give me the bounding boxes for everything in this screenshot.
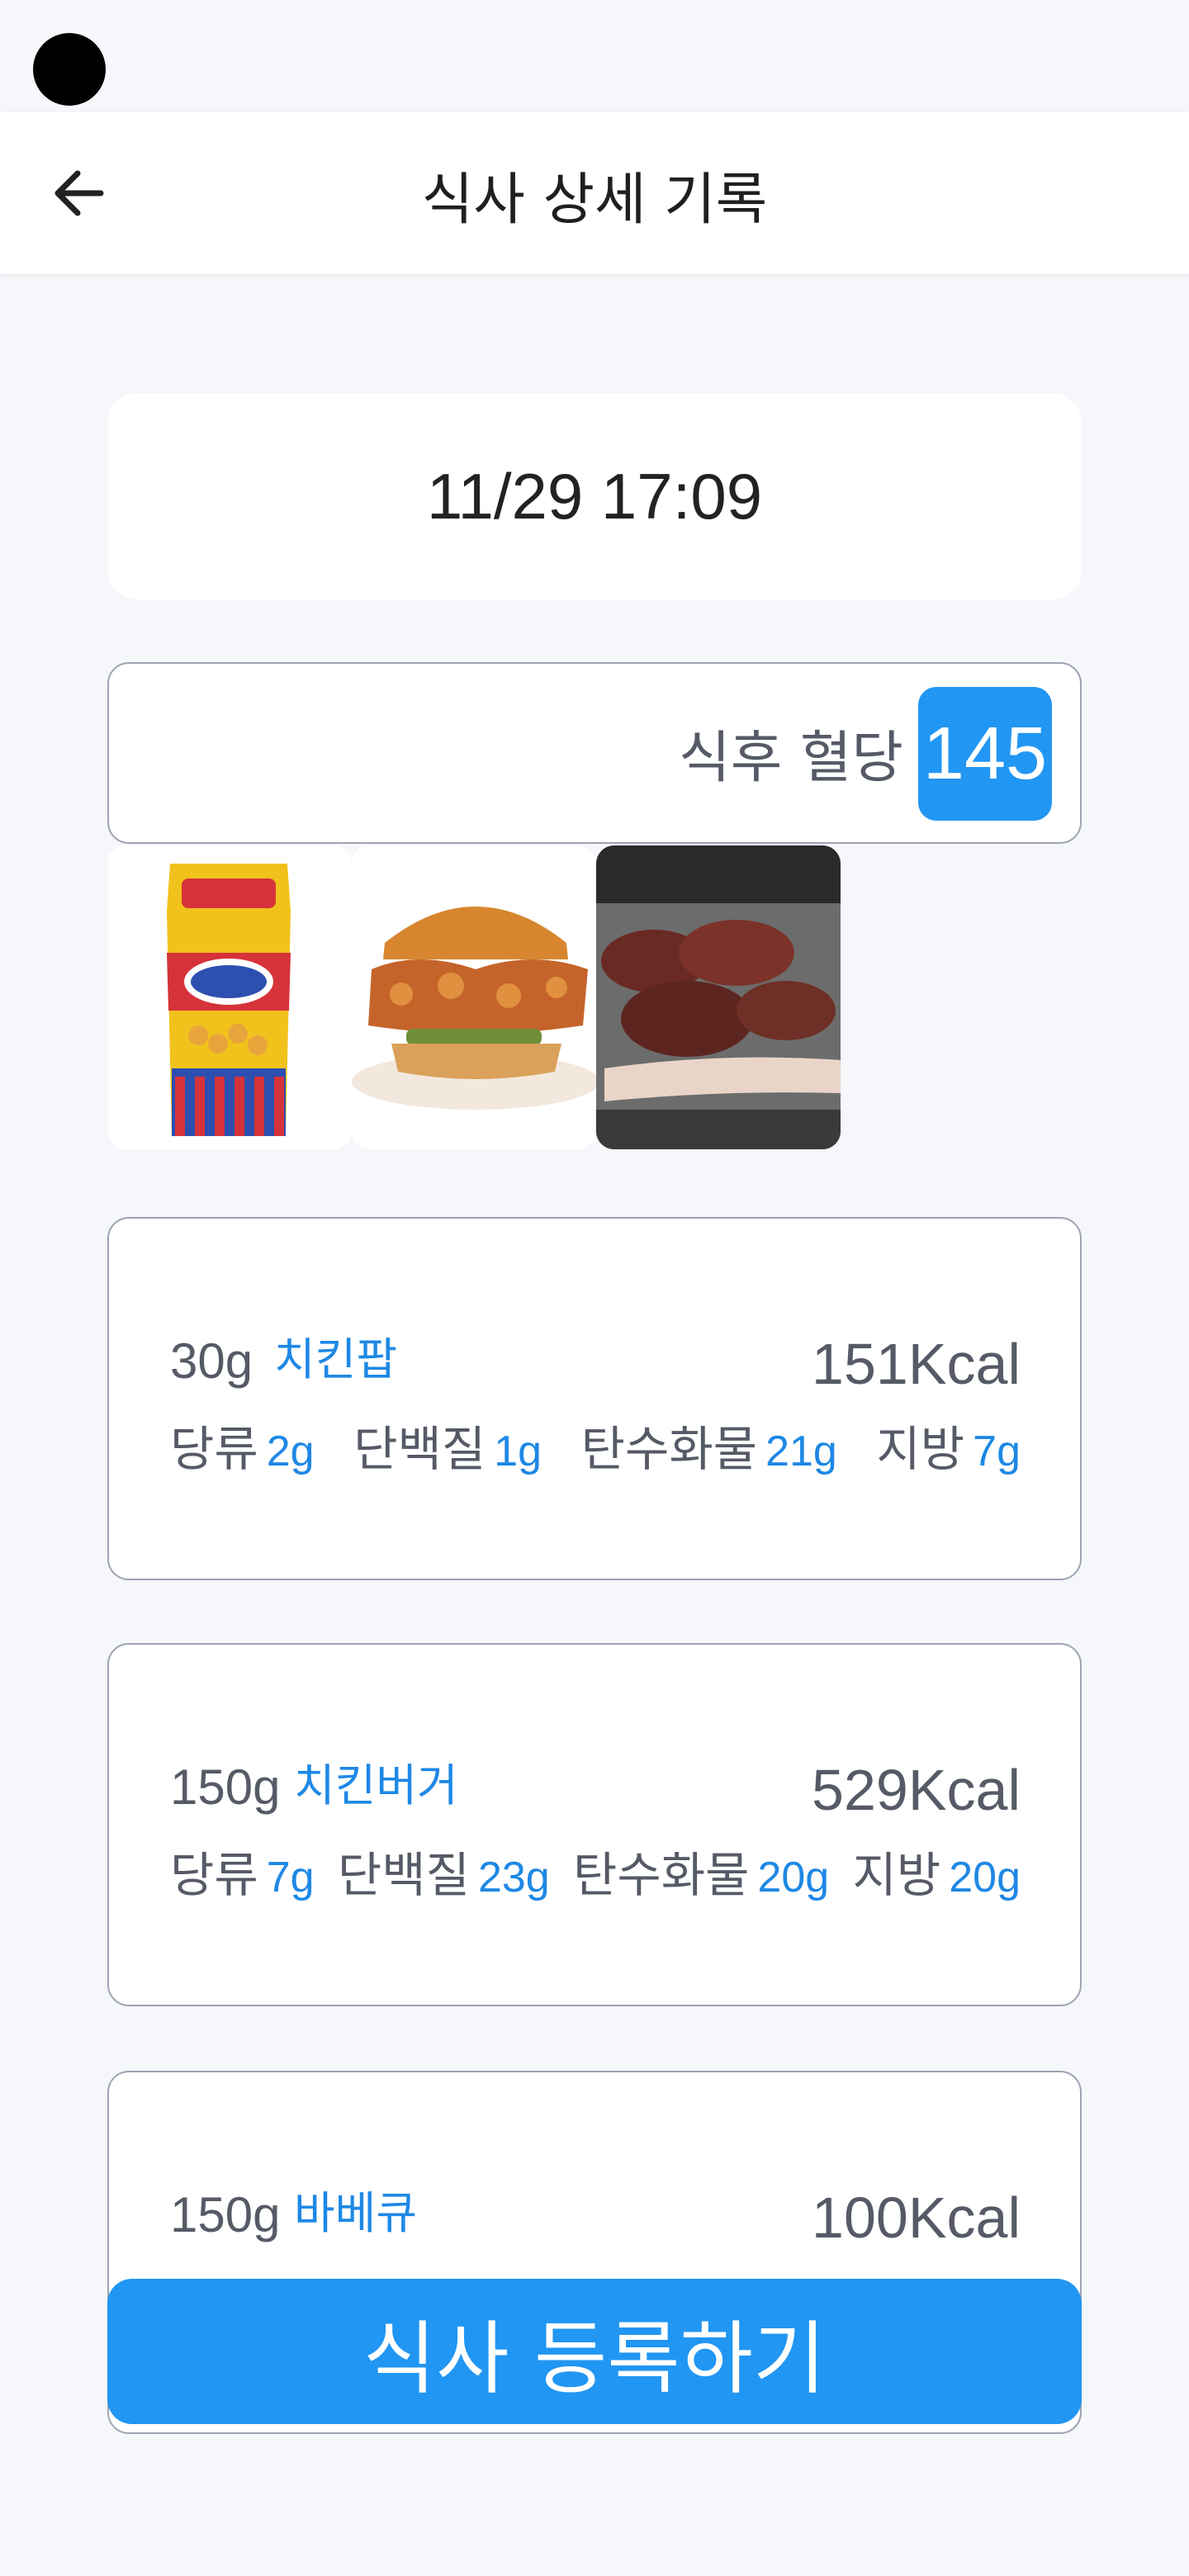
nutrient-sugar: 당류 7g	[170, 1847, 315, 1903]
nutrient-fat: 지방 7g	[876, 1421, 1021, 1477]
food-name: 치킨팝	[274, 1333, 398, 1385]
camera-cutout	[33, 33, 106, 106]
nutrient-protein: 단백질 1g	[353, 1421, 542, 1477]
app-bar: 식사 상세 기록	[0, 112, 1189, 274]
nutrient-row: 당류 7g 단백질 23g 탄수화물 20g 지방 20g	[170, 1836, 1021, 1906]
status-bar	[0, 0, 1189, 112]
nutrient-sugar: 당류 2g	[170, 1421, 315, 1477]
food-calories: 529Kcal	[812, 1758, 1021, 1822]
glucose-value-badge: 145	[918, 687, 1052, 821]
food-name: 바베큐	[294, 2187, 418, 2239]
nutrient-carbs: 탄수화물20g	[573, 1847, 830, 1903]
burger-image	[352, 845, 596, 1149]
meal-photos	[107, 845, 850, 1149]
nutrient-protein: 단백질 23g	[337, 1847, 550, 1903]
meal-datetime: 11/29 17:09	[426, 459, 763, 533]
food-quantity: 150g	[170, 1759, 281, 1815]
bbq-meat-photo[interactable]	[596, 845, 841, 1149]
food-calories: 151Kcal	[812, 1332, 1021, 1396]
food-name: 치킨버거	[294, 1759, 458, 1811]
food-item-card[interactable]: 30g 치킨팝 151Kcal 당류 2g 단백질 1g 탄수화물 21g 지방 7g	[107, 1217, 1082, 1580]
glucose-field[interactable]: 식후 혈당 145	[107, 662, 1082, 844]
food-quantity: 150g	[170, 2187, 281, 2242]
food-item-card[interactable]: 150g 치킨버거 529Kcal 당류 7g 단백질 23g 탄수화물 20g 지방…	[107, 1643, 1082, 2006]
food-calories: 100Kcal	[812, 2185, 1021, 2250]
bbq-image	[596, 845, 841, 1149]
register-meal-button[interactable]: 식사 등록하기	[107, 2279, 1082, 2424]
glucose-label: 식후 혈당	[679, 726, 903, 791]
chicken-burger-photo[interactable]	[352, 845, 596, 1149]
page-title: 식사 상세 기록	[421, 168, 768, 233]
chicken-pop-snack-photo[interactable]	[107, 845, 352, 1149]
nutrient-carbs: 탄수화물 21g	[580, 1421, 837, 1477]
nutrient-row: 당류 2g 단백질 1g 탄수화물 21g 지방 7g	[170, 1410, 1021, 1480]
nutrient-fat: 지방20g	[852, 1847, 1021, 1903]
food-quantity: 30g	[170, 1333, 253, 1389]
meal-datetime-card[interactable]: 11/29 17:09	[107, 393, 1082, 599]
snack-bag-image	[107, 845, 352, 1149]
